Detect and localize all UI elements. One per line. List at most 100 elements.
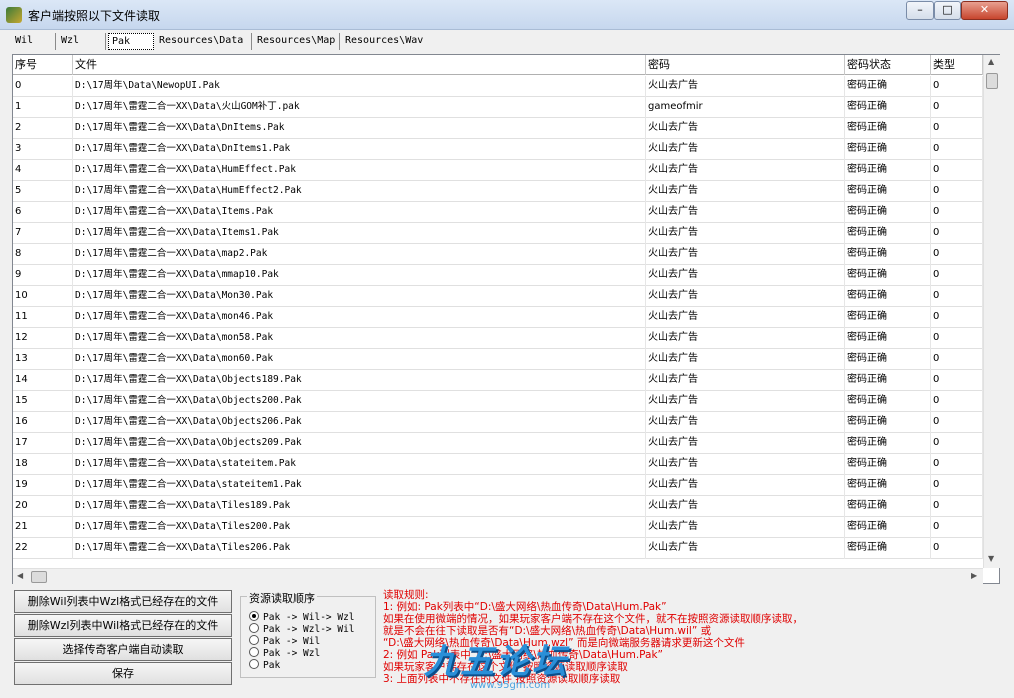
cell-index: 10 (13, 286, 73, 307)
cell-password-status: 密码正确 (845, 265, 931, 286)
cell-type: 0 (931, 454, 983, 475)
table-row[interactable]: 13 D:\17周年\雷霆二合一XX\Data\mon60.Pak 火山去广告 密码正… (13, 349, 983, 370)
vertical-scroll-thumb[interactable] (986, 73, 998, 89)
cell-password-status: 密码正确 (845, 76, 931, 97)
tab-wil[interactable]: Wil (12, 33, 56, 50)
radio-pak-wzl-wil[interactable]: Pak -> Wzl-> Wil (249, 623, 355, 635)
table-row[interactable]: 1 D:\17周年\雷霆二合一XX\Data\火山GOM补丁.pak gameofm… (13, 97, 983, 118)
cell-password: 火山去广告 (646, 370, 845, 391)
tab-pak[interactable]: Pak (108, 33, 154, 50)
cell-password-status: 密码正确 (845, 223, 931, 244)
cell-type: 0 (931, 265, 983, 286)
horizontal-scroll-thumb[interactable] (31, 571, 47, 583)
vertical-scrollbar[interactable]: ▲ ▼ (983, 55, 1000, 568)
scroll-down-icon[interactable]: ▼ (988, 554, 994, 563)
table-row[interactable]: 4 D:\17周年\雷霆二合一XX\Data\HumEffect.Pak 火山去广告… (13, 160, 983, 181)
cell-index: 17 (13, 433, 73, 454)
table-row[interactable]: 8 D:\17周年\雷霆二合一XX\Data\map2.Pak 火山去广告 密码正确 0 (13, 244, 983, 265)
radio-pak-wzl[interactable]: Pak -> Wzl (249, 647, 320, 659)
cell-type: 0 (931, 97, 983, 118)
cell-type: 0 (931, 412, 983, 433)
table-row[interactable]: 10 D:\17周年\雷霆二合一XX\Data\Mon30.Pak 火山去广告 密码正… (13, 286, 983, 307)
cell-file: D:\17周年\雷霆二合一XX\Data\stateitem.Pak (73, 454, 646, 475)
radio-icon[interactable] (249, 659, 259, 669)
cell-file: D:\17周年\雷霆二合一XX\Data\map2.Pak (73, 244, 646, 265)
cell-type: 0 (931, 139, 983, 160)
table-row[interactable]: 11 D:\17周年\雷霆二合一XX\Data\mon46.Pak 火山去广告 密码正… (13, 307, 983, 328)
table-row[interactable]: 3 D:\17周年\雷霆二合一XX\Data\DnItems1.Pak 火山去广告密… (13, 139, 983, 160)
cell-index: 11 (13, 307, 73, 328)
cell-password: 火山去广告 (646, 538, 845, 559)
cell-type: 0 (931, 391, 983, 412)
cell-file: D:\17周年\雷霆二合一XX\Data\mon60.Pak (73, 349, 646, 370)
cell-index: 19 (13, 475, 73, 496)
delete-wzl-from-wil-button[interactable]: 删除Wil列表中Wzl格式已经存在的文件 (14, 590, 232, 613)
close-button[interactable]: ✕ (961, 1, 1008, 20)
radio-pak-wil-wzl[interactable]: Pak -> Wil-> Wzl (249, 611, 355, 623)
tab-resources-wav[interactable]: Resources\Wav (342, 33, 428, 50)
cell-file: D:\17周年\雷霆二合一XX\Data\火山GOM补丁.pak (73, 97, 646, 118)
table-row[interactable]: 18 D:\17周年\雷霆二合一XX\Data\stateitem.Pak 火山去广… (13, 454, 983, 475)
cell-type: 0 (931, 349, 983, 370)
radio-icon[interactable] (249, 623, 259, 633)
table-row[interactable]: 9 D:\17周年\雷霆二合一XX\Data\mmap10.Pak 火山去广告 密码正… (13, 265, 983, 286)
horizontal-scrollbar[interactable]: ◀ ▶ (13, 568, 983, 584)
table-row[interactable]: 20 D:\17周年\雷霆二合一XX\Data\Tiles189.Pak 火山去广告… (13, 496, 983, 517)
scroll-left-icon[interactable]: ◀ (17, 571, 23, 580)
radio-icon[interactable] (249, 647, 259, 657)
radio-icon[interactable] (249, 635, 259, 645)
column-header-file[interactable]: 文件 (73, 55, 646, 75)
table-row[interactable]: 21 D:\17周年\雷霆二合一XX\Data\Tiles200.Pak 火山去广告… (13, 517, 983, 538)
rules-line: 1: 例如: Pak列表中“D:\盛大网络\热血传奇\Data\Hum.Pak” (383, 601, 667, 613)
table-row[interactable]: 15 D:\17周年\雷霆二合一XX\Data\Objects200.Pak 火山去… (13, 391, 983, 412)
cell-file: D:\17周年\雷霆二合一XX\Data\HumEffect.Pak (73, 160, 646, 181)
table-row[interactable]: 0 D:\17周年\Data\NewopUI.Pak 火山去广告 密码正确 0 (13, 76, 983, 97)
column-header-password-status[interactable]: 密码状态 (845, 55, 931, 75)
cell-password: 火山去广告 (646, 307, 845, 328)
radio-pak-wil[interactable]: Pak -> Wil (249, 635, 320, 647)
table-row[interactable]: 22 D:\17周年\雷霆二合一XX\Data\Tiles206.Pak 火山去广告… (13, 538, 983, 559)
maximize-button[interactable]: □ (934, 1, 961, 20)
tab-wzl[interactable]: Wzl (58, 33, 106, 50)
cell-type: 0 (931, 223, 983, 244)
cell-type: 0 (931, 433, 983, 454)
column-header-password[interactable]: 密码 (646, 55, 845, 75)
table-row[interactable]: 17 D:\17周年\雷霆二合一XX\Data\Objects209.Pak 火山去… (13, 433, 983, 454)
cell-password: 火山去广告 (646, 139, 845, 160)
table-row[interactable]: 19 D:\17周年\雷霆二合一XX\Data\stateitem1.Pak 火山去… (13, 475, 983, 496)
column-header-index[interactable]: 序号 (13, 55, 73, 75)
table-row[interactable]: 14 D:\17周年\雷霆二合一XX\Data\Objects189.Pak 火山去… (13, 370, 983, 391)
tab-resources-map[interactable]: Resources\Map (254, 33, 340, 50)
read-order-title: 资源读取顺序 (247, 590, 317, 606)
radio-selected-icon[interactable] (249, 611, 259, 621)
cell-file: D:\17周年\雷霆二合一XX\Data\Items.Pak (73, 202, 646, 223)
app-icon (6, 7, 22, 23)
cell-password-status: 密码正确 (845, 475, 931, 496)
file-table[interactable]: 序号 文件 密码 密码状态 类型 0 D:\17周年\Data\NewopUI.P… (12, 54, 1000, 584)
table-row[interactable]: 16 D:\17周年\雷霆二合一XX\Data\Objects206.Pak 火山去… (13, 412, 983, 433)
column-header-type[interactable]: 类型 (931, 55, 983, 75)
delete-wil-from-wzl-button[interactable]: 删除Wzl列表中Wil格式已经存在的文件 (14, 614, 232, 637)
auto-read-client-button[interactable]: 选择传奇客户端自动读取 (14, 638, 232, 661)
cell-file: D:\17周年\雷霆二合一XX\Data\mmap10.Pak (73, 265, 646, 286)
cell-file: D:\17周年\雷霆二合一XX\Data\DnItems1.Pak (73, 139, 646, 160)
table-row[interactable]: 6 D:\17周年\雷霆二合一XX\Data\Items.Pak 火山去广告 密码正确… (13, 202, 983, 223)
cell-index: 20 (13, 496, 73, 517)
cell-password-status: 密码正确 (845, 244, 931, 265)
cell-file: D:\17周年\雷霆二合一XX\Data\Items1.Pak (73, 223, 646, 244)
minimize-button[interactable]: – (906, 1, 934, 20)
cell-type: 0 (931, 538, 983, 559)
table-row[interactable]: 5 D:\17周年\雷霆二合一XX\Data\HumEffect2.Pak 火山去广… (13, 181, 983, 202)
cell-index: 18 (13, 454, 73, 475)
cell-file: D:\17周年\雷霆二合一XX\Data\mon58.Pak (73, 328, 646, 349)
scroll-right-icon[interactable]: ▶ (971, 571, 977, 580)
scroll-up-icon[interactable]: ▲ (988, 57, 994, 66)
cell-password-status: 密码正确 (845, 496, 931, 517)
cell-type: 0 (931, 370, 983, 391)
save-button[interactable]: 保存 (14, 662, 232, 685)
radio-pak[interactable]: Pak (249, 659, 280, 671)
table-row[interactable]: 12 D:\17周年\雷霆二合一XX\Data\mon58.Pak 火山去广告 密码正… (13, 328, 983, 349)
tab-resources-data[interactable]: Resources\Data (156, 33, 252, 50)
table-row[interactable]: 2 D:\17周年\雷霆二合一XX\Data\DnItems.Pak 火山去广告 密码… (13, 118, 983, 139)
table-row[interactable]: 7 D:\17周年\雷霆二合一XX\Data\Items1.Pak 火山去广告 密码正… (13, 223, 983, 244)
